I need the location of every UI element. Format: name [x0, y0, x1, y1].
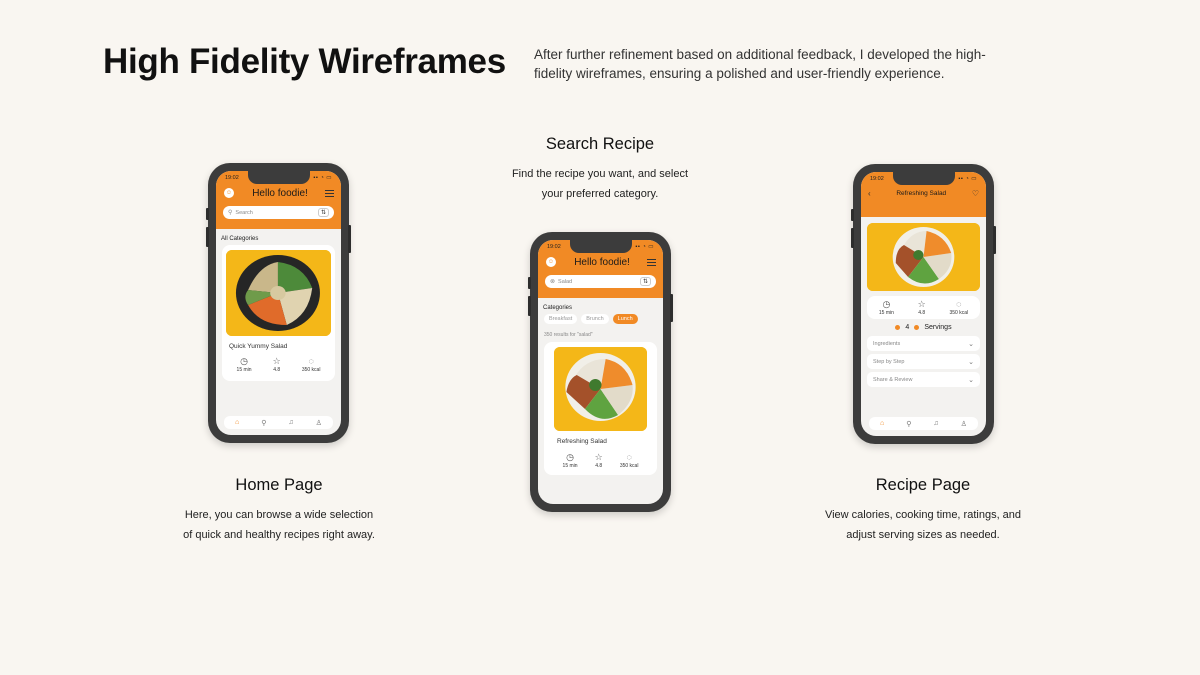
- page-description: After further refinement based on additi…: [534, 47, 986, 81]
- chip-breakfast[interactable]: Breakfast: [544, 314, 578, 324]
- home-icon[interactable]: ⌂: [880, 420, 884, 427]
- recipe-title: Refreshing Salad: [896, 190, 947, 197]
- food-image: [226, 250, 331, 336]
- food-image: [554, 347, 647, 431]
- avatar[interactable]: ☺: [545, 256, 557, 268]
- caption-title: Recipe Page: [875, 476, 971, 494]
- status-time: 19:02: [225, 175, 239, 181]
- recipe-stats: ◷ 15 min ☆ 4.8 ◌ 350 kcal: [867, 296, 980, 319]
- status-time: 19:02: [870, 176, 884, 182]
- home-screen: 19:02 ▪▪ ◔ ▭ ☺ Hello foodie! ⚲ Search ⇅ A…: [216, 171, 341, 435]
- section-ingredients[interactable]: Ingredients ⌄: [867, 336, 980, 351]
- section-label: All Categories: [221, 236, 259, 242]
- home-phone-mockup: 19:02 ▪▪ ◔ ▭ ☺ Hello foodie! ⚲ Search ⇅ A…: [206, 163, 351, 443]
- stat-time: ◷ 15 min: [878, 299, 894, 316]
- stat-kcal: ◌ 350 kcal: [949, 299, 969, 316]
- greeting: Hello foodie!: [574, 256, 630, 268]
- stat-kcal: ◌ 350 kcal: [619, 452, 639, 469]
- home-icon[interactable]: ⌂: [235, 419, 239, 426]
- chevron-down-icon: ⌄: [968, 358, 974, 366]
- stat-rating: ☆ 4.8: [594, 452, 603, 469]
- search-phone-mockup: 19:02 ▪▪ ◔ ▭ ☺ Hello foodie! ⊗ Salad ⇅ Ca…: [528, 232, 673, 512]
- page-title: High Fidelity Wireframes: [103, 42, 506, 81]
- caption-title: Search Recipe: [545, 135, 655, 153]
- bell-icon[interactable]: ♫: [288, 419, 293, 426]
- chip-brunch[interactable]: Brunch: [581, 314, 609, 324]
- caption-text: View calories, cooking time, ratings, an…: [824, 509, 1022, 541]
- section-step-by-step[interactable]: Step by Step ⌄: [867, 354, 980, 369]
- profile-icon[interactable]: ♙: [961, 420, 967, 428]
- menu-icon[interactable]: [325, 189, 334, 197]
- servings-label: Servings: [924, 324, 952, 331]
- search-icon[interactable]: ⚲: [261, 419, 266, 427]
- clock-icon: ◷: [566, 452, 574, 462]
- search-screen: 19:02 ▪▪ ◔ ▭ ☺ Hello foodie! ⊗ Salad ⇅ Ca…: [538, 240, 663, 504]
- section-share-review[interactable]: Share & Review ⌄: [867, 372, 980, 387]
- flame-icon: ◌: [956, 299, 962, 309]
- recipe-card[interactable]: Refreshing Salad ◷ 15 min ☆ 4.8 ◌ 350 kcal: [544, 342, 657, 475]
- recipe-phone-mockup: 19:02 ▪▪ ◔ ▭ ‹ Refreshing Salad ♡ ◷ 15 m…: [851, 164, 996, 444]
- stat-time: ◷ 15 min: [236, 356, 252, 373]
- star-icon: ☆: [594, 452, 603, 462]
- search-icon: ⚲: [228, 210, 233, 216]
- stat-time: ◷ 15 min: [562, 452, 578, 469]
- filter-icon[interactable]: ⇅: [317, 208, 329, 217]
- home-caption: Home Page Here, you can browse a wide se…: [179, 476, 379, 545]
- bell-icon[interactable]: ♫: [933, 420, 938, 427]
- decrease-servings-button[interactable]: [895, 325, 901, 330]
- chevron-down-icon: ⌄: [968, 340, 974, 348]
- increase-servings-button[interactable]: [914, 325, 920, 330]
- menu-icon[interactable]: [647, 258, 656, 266]
- caption-title: Home Page: [235, 476, 323, 494]
- card-title: Quick Yummy Salad: [229, 343, 288, 350]
- caption-text: Here, you can browse a wide selection of…: [183, 509, 375, 541]
- stat-kcal: ◌ 350 kcal: [301, 356, 321, 373]
- status-time: 19:02: [547, 244, 561, 250]
- flame-icon: ◌: [308, 356, 314, 366]
- search-caption: Search Recipe Find the recipe you want, …: [500, 135, 700, 204]
- card-title: Refreshing Salad: [557, 438, 607, 445]
- chip-lunch[interactable]: Lunch: [612, 314, 638, 324]
- clear-icon[interactable]: ⊗: [550, 278, 555, 285]
- recipe-caption: Recipe Page View calories, cooking time,…: [823, 476, 1023, 545]
- chevron-down-icon: ⌄: [968, 376, 974, 384]
- caption-text: Find the recipe you want, and select you…: [511, 168, 689, 200]
- clock-icon: ◷: [240, 356, 248, 366]
- section-label: Categories: [543, 305, 573, 311]
- filter-icon[interactable]: ⇅: [639, 277, 651, 286]
- search-input[interactable]: ⊗ Salad ⇅: [545, 275, 656, 288]
- stat-rating: ☆ 4.8: [272, 356, 281, 373]
- heart-icon[interactable]: ♡: [972, 189, 979, 198]
- servings-count: 4: [905, 324, 910, 331]
- tab-bar: ⌂ ⚲ ♫ ♙: [869, 417, 978, 430]
- flame-icon: ◌: [626, 452, 632, 462]
- category-chips: Breakfast Brunch Lunch: [538, 314, 663, 324]
- servings-stepper: 4 Servings: [861, 324, 986, 331]
- clock-icon: ◷: [882, 299, 891, 309]
- recipe-screen: 19:02 ▪▪ ◔ ▭ ‹ Refreshing Salad ♡ ◷ 15 m…: [861, 172, 986, 436]
- profile-icon[interactable]: ♙: [316, 419, 322, 427]
- search-icon[interactable]: ⚲: [906, 420, 911, 428]
- search-input[interactable]: ⚲ Search ⇅: [223, 206, 334, 219]
- star-icon: ☆: [917, 299, 926, 309]
- star-icon: ☆: [272, 356, 281, 366]
- stat-rating: ☆ 4.8: [917, 299, 926, 316]
- avatar[interactable]: ☺: [223, 187, 235, 199]
- results-count: 350 results for "salad": [544, 332, 593, 338]
- tab-bar: ⌂ ⚲ ♫ ♙: [224, 416, 333, 429]
- food-image: [867, 223, 980, 291]
- recipe-card[interactable]: Quick Yummy Salad ◷ 15 min ☆ 4.8 ◌ 350 kcal: [222, 245, 335, 381]
- greeting: Hello foodie!: [252, 187, 308, 199]
